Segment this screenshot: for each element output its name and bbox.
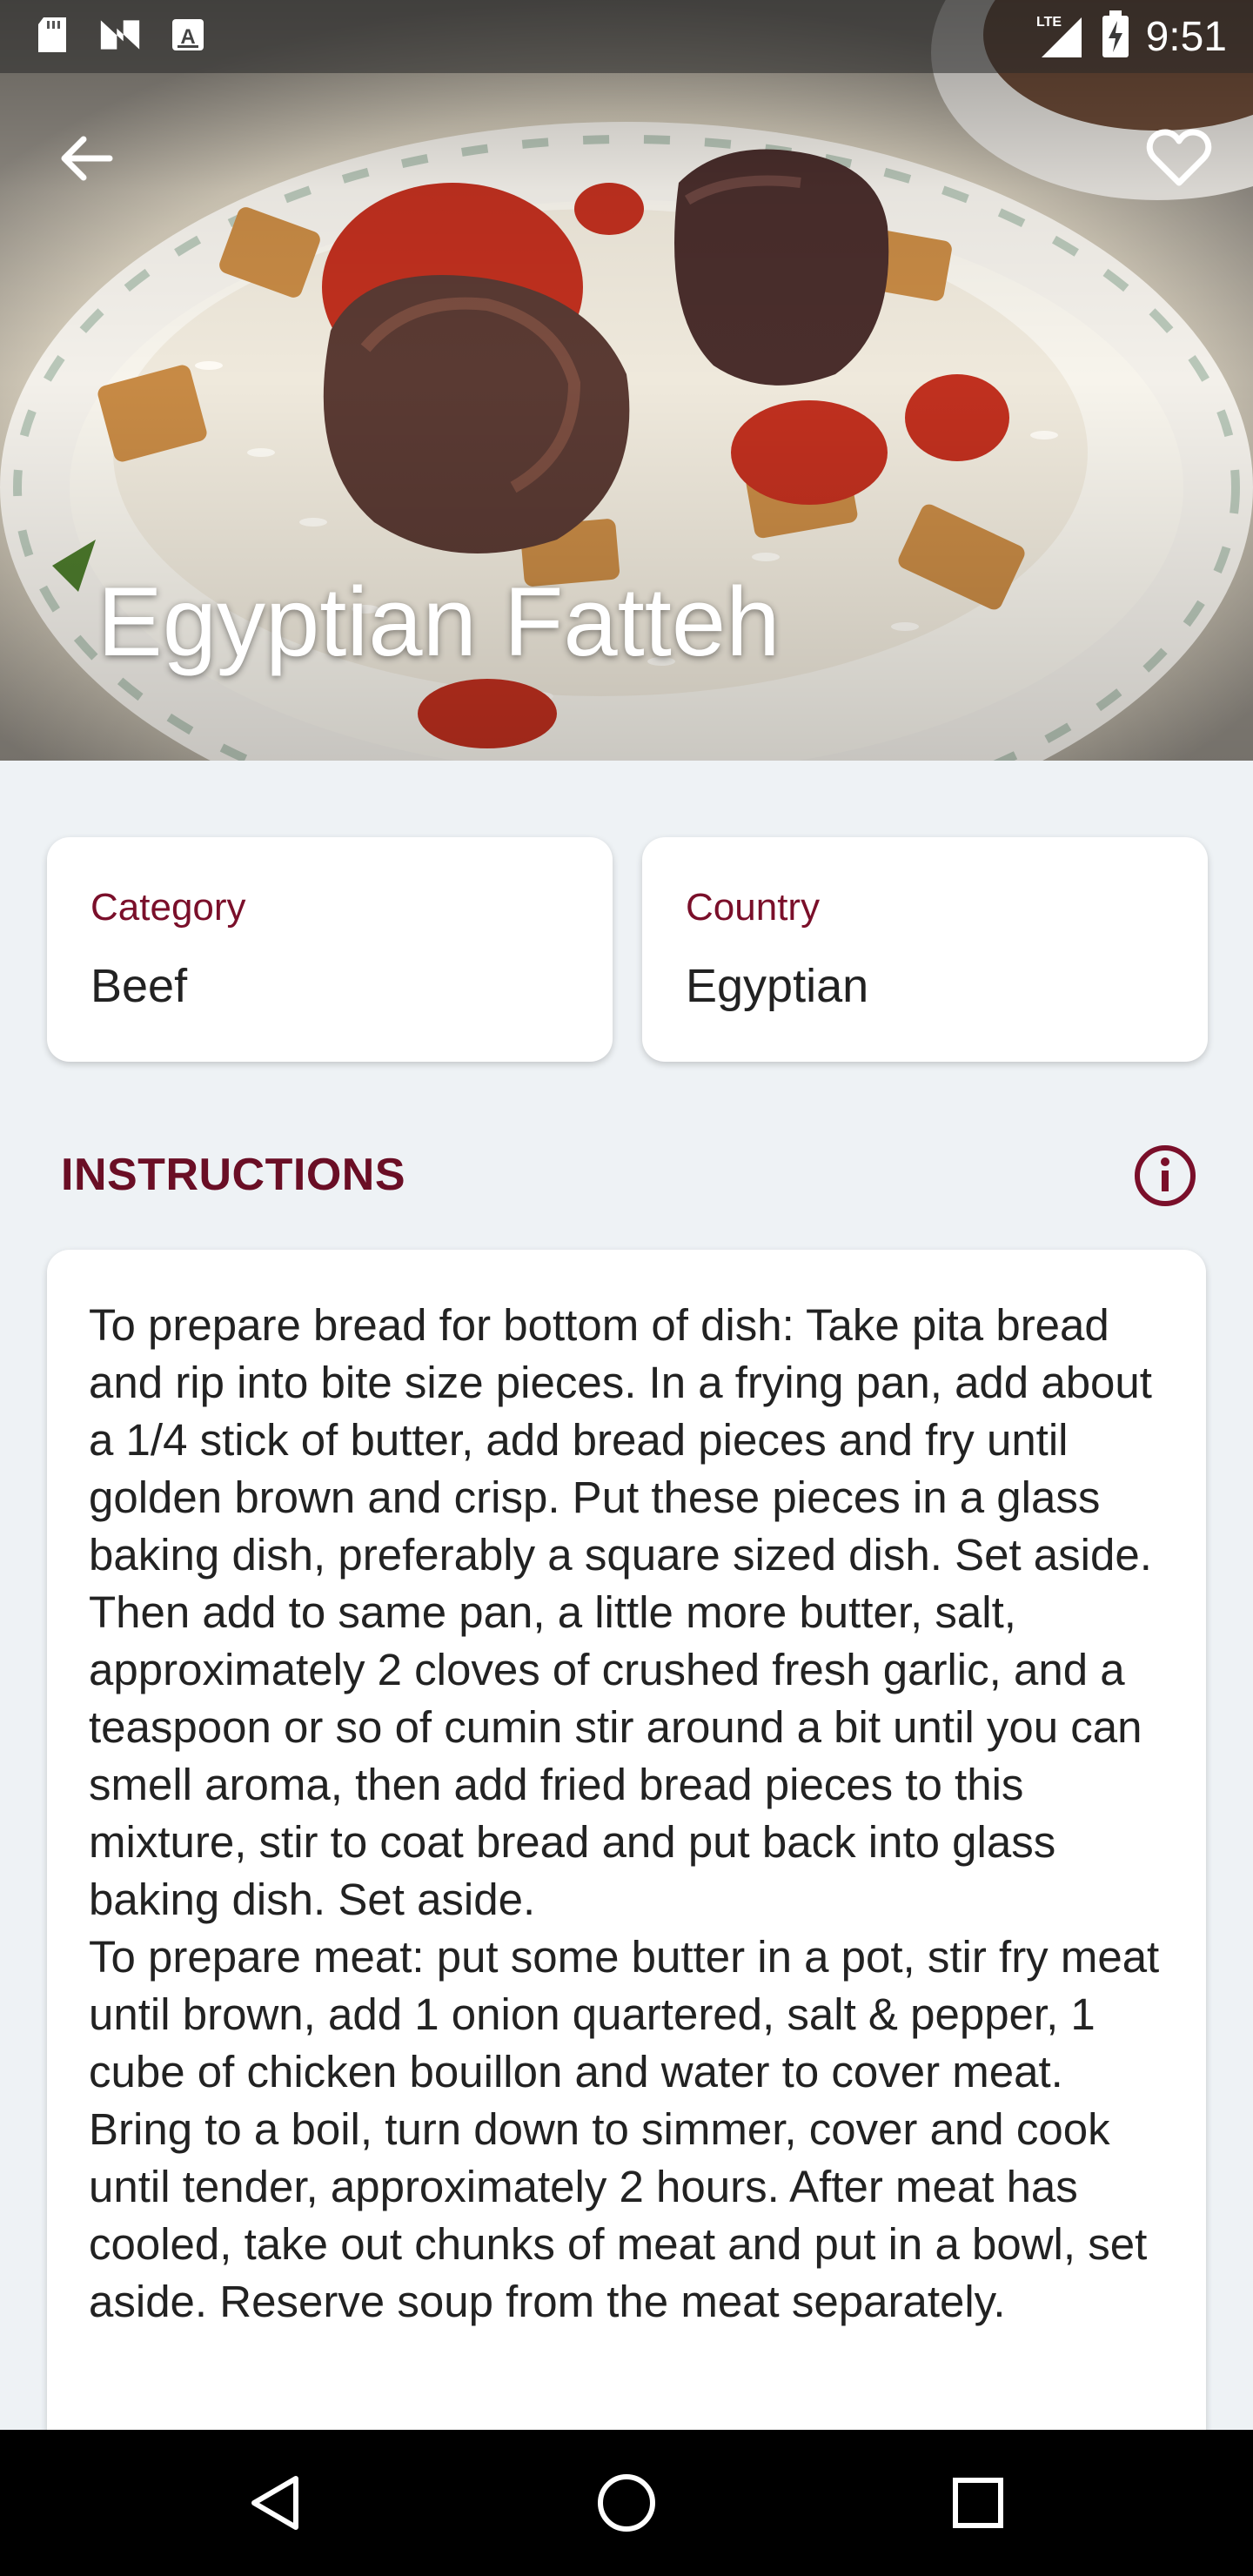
instructions-card[interactable]: To prepare bread for bottom of dish: Tak…	[47, 1250, 1206, 2433]
nav-home-button[interactable]	[590, 2466, 663, 2539]
country-value: Egyptian	[686, 960, 869, 1012]
category-label: Category	[90, 886, 246, 929]
nav-back-button[interactable]	[238, 2466, 312, 2539]
instructions-text: To prepare bread for bottom of dish: Tak…	[89, 1300, 1160, 2326]
favorite-button[interactable]	[1140, 122, 1218, 195]
category-value: Beef	[90, 960, 188, 1012]
category-card: Category Beef	[47, 837, 613, 1062]
battery-charging-icon	[1101, 10, 1130, 64]
signal-icon: LTE	[1033, 10, 1085, 64]
recipe-title: Egyptian Fatteh	[97, 567, 781, 676]
n-icon	[99, 14, 141, 56]
nav-recents-button[interactable]	[941, 2466, 1015, 2539]
heart-outline-icon	[1146, 129, 1212, 186]
navigation-bar	[0, 2430, 1253, 2576]
back-button[interactable]	[49, 122, 122, 195]
a-icon: A	[167, 14, 209, 56]
status-bar: A LTE 9:51	[0, 0, 1253, 73]
info-button[interactable]	[1133, 1144, 1197, 1208]
arrow-left-icon	[61, 136, 113, 181]
home-circle-icon	[598, 2474, 655, 2532]
instructions-heading: INSTRUCTIONS	[61, 1150, 405, 1200]
country-label: Country	[686, 886, 821, 929]
recipe-hero-image: Egyptian Fatteh	[0, 0, 1253, 761]
network-label: LTE	[1036, 15, 1062, 30]
status-time: 9:51	[1145, 13, 1227, 60]
back-triangle-icon	[251, 2476, 298, 2530]
country-card: Country Egyptian	[642, 837, 1208, 1062]
svg-text:A: A	[180, 25, 195, 49]
recents-square-icon	[953, 2478, 1003, 2528]
sd-card-icon	[31, 14, 73, 56]
info-icon	[1135, 1145, 1196, 1206]
